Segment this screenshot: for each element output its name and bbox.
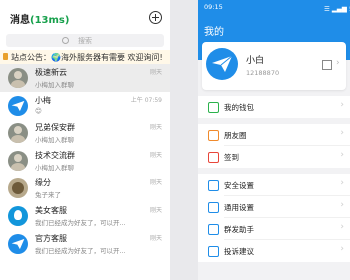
avatar[interactable] [8,123,28,144]
menu-item-label: 群发助手 [224,225,254,234]
menu-item[interactable]: 安全设置 › [198,174,350,196]
menu-item[interactable]: 通用设置 › [198,196,350,218]
chevron-right-icon: › [336,58,340,68]
menu-item-label: 安全设置 [224,181,254,190]
conversation-name: 极速新云 [35,68,67,77]
search-placeholder: 搜索 [78,37,92,45]
avatar[interactable] [8,95,28,116]
chevron-right-icon: › [340,244,344,254]
status-icons: • • • [8,0,37,4]
chevron-right-icon: › [340,100,344,110]
conversation-preview: 我们已经成为好友了，可以开... [35,218,126,227]
conversation-preview: 小梅加入群聊 [35,81,74,89]
menu-item-label: 投诉建议 [224,247,254,256]
moments-icon [208,130,219,141]
conversation-time: 刚天 [149,234,162,242]
conversation-preview: 小梅加入群聊 [35,136,74,145]
qr-code-icon[interactable] [322,60,332,70]
wallet-icon [208,102,219,113]
avatar[interactable] [8,150,28,171]
conversation-list: 极速新云 小梅加入群聊 刚天 小梅 😊 上午 07:59 兄弟保安群 小梅加入群聊 刚天 技术交流… [0,64,170,257]
feedback-icon [208,246,219,257]
chevron-right-icon: › [340,222,344,232]
messages-screen: • • • 消息(13ms) 搜索 站点公告：🌍海外服务器有需要 欢迎询问! 极… [0,0,170,280]
add-icon[interactable] [149,11,162,24]
conversation-time: 上午 07:59 [130,96,162,104]
menu-item[interactable]: 签到 › [198,146,350,168]
latency-count: (13ms) [30,15,70,26]
signin-icon [208,152,219,163]
conversation-item[interactable]: 兄弟保安群小梅加入群聊 刚天 [0,119,170,147]
conversation-time: 刚天 [149,206,162,214]
conversation-time: 刚天 [149,69,162,76]
menu-item-label: 朋友圈 [224,131,247,140]
chevron-right-icon: › [340,150,344,160]
status-indicators: ☰ ▂▄▆ 5G 〓 [324,5,350,13]
conversation-item[interactable]: 官方客服我们已经成为好友了，可以开... 刚天 [0,230,170,258]
menu-item[interactable]: 投诉建议 › [198,240,350,262]
chevron-right-icon: › [340,200,344,210]
conversation-item[interactable]: 技术交流群小梅加入群聊 刚天 [0,147,170,175]
paper-plane-icon [11,238,25,249]
user-name: 小白 [246,56,265,66]
avatar[interactable] [206,48,238,80]
gear-icon [208,202,219,213]
paper-plane-icon [11,100,25,111]
notice-text: 站点公告：🌍海外服务器有需要 欢迎询问! [11,53,163,62]
shield-icon [208,180,219,191]
search-bar[interactable]: 搜索 [6,34,164,47]
conversation-preview: 😊 [35,106,42,115]
menu-item-label: 通用设置 [224,203,254,212]
status-time: 09:15 [204,3,223,11]
menu-group: 安全设置 › 通用设置 › 群发助手 › 投诉建议 › [198,174,350,262]
title-text: 消息 [10,15,30,26]
conversation-item[interactable]: 极速新云小梅加入群聊 刚天 [0,64,170,92]
status-bar: 09:15 ☰ ▂▄▆ 5G 〓 [204,3,350,13]
conversation-time: 刚天 [149,151,162,159]
conversation-name: 官方客服 [35,233,67,243]
avatar[interactable] [8,178,28,199]
page-title: 我的 [204,27,224,38]
conversation-preview: 兔子来了 [35,191,61,200]
chevron-right-icon: › [340,178,344,188]
chevron-right-icon: › [340,128,344,138]
messages-header: 消息(13ms) [0,8,170,30]
notice-bar[interactable]: 站点公告：🌍海外服务器有需要 欢迎询问! [0,50,170,64]
status-bar: • • • [0,0,170,8]
conversation-name: 小梅 [35,95,51,105]
menu-item[interactable]: 朋友圈 › [198,124,350,146]
avatar[interactable] [8,68,28,88]
conversation-name: 缘分 [35,178,51,188]
broadcast-icon [208,224,219,235]
conversation-item[interactable]: 美女客服我们已经成为好友了，可以开... 刚天 [0,202,170,230]
speaker-icon [3,53,8,60]
conversation-name: 美女客服 [35,205,67,215]
conversation-time: 刚天 [149,124,162,132]
conversation-item[interactable]: 缘分兔子来了 刚天 [0,174,170,202]
menu-item-label: 我的钱包 [224,103,254,112]
menu-item-label: 签到 [224,153,239,162]
menu-item[interactable]: 我的钱包 › [198,96,350,118]
menu-group: 朋友圈 › 签到 › [198,124,350,168]
avatar[interactable] [8,233,28,254]
paper-plane-icon [212,55,233,72]
conversation-time: 刚天 [149,179,162,187]
conversation-preview: 小梅加入群聊 [35,163,74,172]
user-number: 12188870 [246,69,280,77]
profile-card[interactable]: 小白 12188870 › [202,42,346,90]
menu-group: 我的钱包 › [198,96,350,118]
profile-screen: 09:15 ☰ ▂▄▆ 5G 〓 我的 小白 12188870 › 我的钱包›朋… [198,0,350,280]
menu-item[interactable]: 群发助手 › [198,218,350,240]
conversation-preview: 我们已经成为好友了，可以开... [35,246,126,255]
page-title: 消息(13ms) [10,11,69,26]
conversation-name: 技术交流群 [35,150,75,160]
conversation-item[interactable]: 小梅 😊 上午 07:59 [0,92,170,120]
avatar[interactable] [8,205,28,226]
conversation-name: 兄弟保安群 [35,123,75,133]
